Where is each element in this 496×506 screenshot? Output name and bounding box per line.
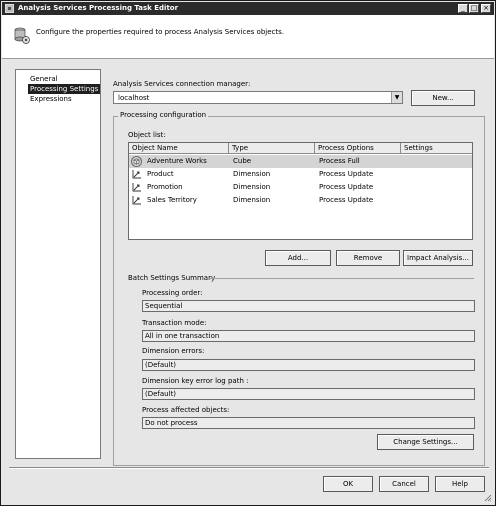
dimension-errors-field: (Default) <box>142 359 475 371</box>
batch-settings-divider <box>210 278 474 279</box>
processing-configuration-title: Processing configuration <box>118 111 209 119</box>
column-header-process-options[interactable]: Process Options <box>315 143 401 154</box>
process-option-cell[interactable]: Process Update <box>319 168 373 181</box>
object-type-cell: Cube <box>233 157 252 165</box>
change-settings-button[interactable]: Change Settings... <box>377 434 474 450</box>
object-list[interactable]: Object Name Type Process Options Setting… <box>128 142 473 240</box>
add-button[interactable]: Add... <box>265 250 331 266</box>
sidebar-item-processing-settings[interactable]: Processing Settings <box>28 84 101 94</box>
remove-button[interactable]: Remove <box>336 250 400 266</box>
impact-analysis-button[interactable]: Impact Analysis... <box>403 250 473 266</box>
maximize-button[interactable]: □ <box>469 4 479 13</box>
dimension-icon <box>132 183 141 192</box>
dialog-header: Configure the properties required to pro… <box>2 15 494 59</box>
column-header-settings[interactable]: Settings <box>401 143 472 154</box>
transaction-mode-field: All in one transaction <box>142 330 475 342</box>
connection-manager-value: localhost <box>118 94 150 102</box>
column-header-type[interactable]: Type <box>229 143 315 154</box>
transaction-mode-label: Transaction mode: <box>142 319 207 327</box>
key-error-log-path-field: (Default) <box>142 388 475 400</box>
processing-task-icon <box>14 27 30 44</box>
process-option-cell[interactable]: Process Update <box>319 181 373 194</box>
object-name-cell: Sales Territory <box>147 196 197 204</box>
batch-settings-summary-title: Batch Settings Summary <box>128 274 216 282</box>
object-type-cell: Dimension <box>233 170 271 178</box>
object-type-cell: Dimension <box>233 196 271 204</box>
sidebar-item-general[interactable]: General <box>28 74 60 84</box>
window-icon <box>5 4 14 13</box>
resize-grip-icon[interactable] <box>484 494 492 502</box>
process-affected-objects-label: Process affected objects: <box>142 406 230 414</box>
cube-icon <box>131 156 142 167</box>
dimension-icon <box>132 196 141 205</box>
column-header-object-name[interactable]: Object Name <box>129 143 229 154</box>
chevron-down-icon[interactable]: ▼ <box>391 92 402 103</box>
dimension-errors-label: Dimension errors: <box>142 347 205 355</box>
object-list-label: Object list: <box>128 131 166 139</box>
dialog-window: Analysis Services Processing Task Editor… <box>0 0 496 506</box>
object-name-cell: Adventure Works <box>147 157 207 165</box>
ok-button[interactable]: OK <box>323 476 373 492</box>
process-option-cell[interactable]: Process Update <box>319 194 373 207</box>
connection-manager-select[interactable]: localhost ▼ <box>113 91 403 104</box>
title-bar[interactable]: Analysis Services Processing Task Editor… <box>2 2 494 15</box>
process-option-cell[interactable]: Process Full <box>319 155 360 168</box>
process-affected-objects-field: Do not process <box>142 417 475 429</box>
cancel-button[interactable]: Cancel <box>379 476 429 492</box>
table-row[interactable]: Sales Territory Dimension Process Update <box>129 194 472 207</box>
help-button[interactable]: Help <box>435 476 485 492</box>
processing-order-field: Sequential <box>142 300 475 312</box>
object-name-cell: Product <box>147 170 174 178</box>
minimize-button[interactable]: _ <box>458 4 468 13</box>
object-type-cell: Dimension <box>233 183 271 191</box>
object-list-header: Object Name Type Process Options Setting… <box>129 143 472 154</box>
new-connection-button[interactable]: New... <box>411 90 475 106</box>
table-row[interactable]: Adventure Works Cube Process Full <box>129 155 472 168</box>
footer-divider <box>9 467 489 469</box>
connection-manager-label: Analysis Services connection manager: <box>113 80 251 88</box>
close-button[interactable]: × <box>481 4 491 13</box>
processing-order-label: Processing order: <box>142 289 203 297</box>
header-description: Configure the properties required to pro… <box>36 28 284 36</box>
table-row[interactable]: Product Dimension Process Update <box>129 168 472 181</box>
key-error-log-path-label: Dimension key error log path : <box>142 377 249 385</box>
sidebar-nav: General Processing Settings Expressions <box>15 69 101 459</box>
sidebar-item-expressions[interactable]: Expressions <box>28 94 74 104</box>
window-title: Analysis Services Processing Task Editor <box>18 4 179 12</box>
table-row[interactable]: Promotion Dimension Process Update <box>129 181 472 194</box>
object-name-cell: Promotion <box>147 183 183 191</box>
dimension-icon <box>132 170 141 179</box>
